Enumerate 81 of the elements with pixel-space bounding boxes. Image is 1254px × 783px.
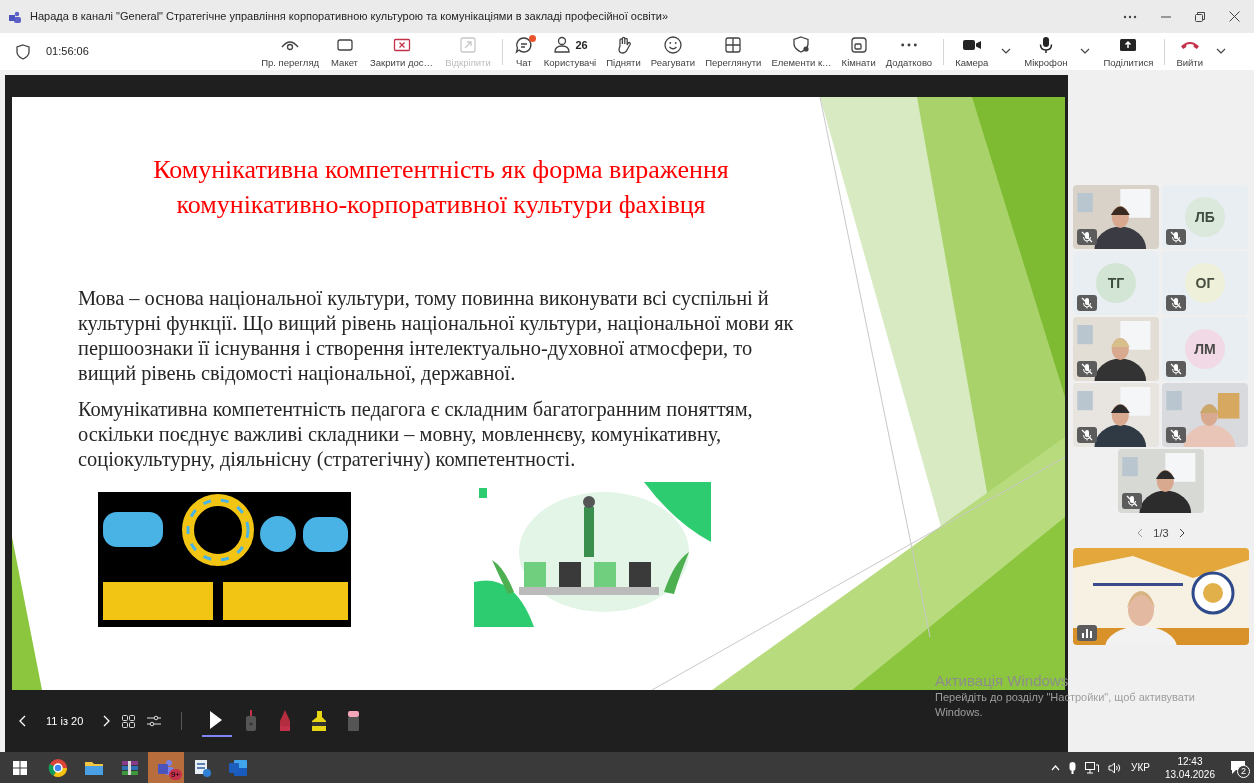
chevron-down-icon	[1216, 48, 1226, 55]
smiley-icon	[662, 34, 683, 55]
toolbar-button[interactable]: Мікрофон	[1021, 34, 1071, 69]
speaker-icon	[1108, 761, 1123, 774]
avatar: ТГ	[1096, 263, 1136, 303]
network-button[interactable]	[1085, 761, 1100, 774]
colored-circle-icon	[48, 757, 68, 778]
sliders-icon	[147, 715, 162, 727]
avatar: ЛБ	[1185, 197, 1225, 237]
grid-icon	[122, 714, 136, 728]
toolbar-button[interactable]: Реагувати	[647, 34, 699, 69]
close-icon	[1229, 11, 1240, 22]
restore-button[interactable]	[1195, 11, 1205, 22]
toolbar-button[interactable]: Закрити дос…	[366, 34, 437, 69]
toolbar-button[interactable]: Чат	[510, 34, 537, 69]
volume-button[interactable]	[1108, 761, 1123, 774]
toolbar-button[interactable]: Вийти	[1173, 34, 1206, 69]
toolbar-button[interactable]: 26 Користувачі	[540, 34, 600, 69]
phone-icon	[1180, 40, 1199, 50]
person-icon	[552, 34, 573, 55]
dropdown-button[interactable]	[1001, 48, 1012, 55]
taskbar-button[interactable]: 9+	[148, 752, 184, 783]
chevron-down-icon	[1080, 48, 1091, 55]
unpin-icon	[457, 34, 478, 55]
four-squares-icon	[13, 760, 27, 775]
toolbar-button[interactable]: Камера	[952, 34, 992, 69]
meeting-timer: 01:56:06	[46, 44, 89, 60]
close-button[interactable]	[1229, 11, 1240, 22]
toolbar-button[interactable]: Переглянути	[702, 34, 765, 69]
chevron-left-icon	[19, 715, 26, 727]
microphone-icon	[1069, 761, 1077, 774]
next-page-button[interactable]	[1178, 528, 1185, 539]
toolbar-button[interactable]: Кімнати	[838, 34, 879, 69]
slide-paragraph: Комунікативна компетентність педагога є складним багатогранним поняттям, оскільки поєднує важливі складники – мовну, мовленнєву, комунікативну, соціокультурну, діяльнісну (стратегічну) компетентності.	[78, 397, 754, 472]
rooms-icon	[848, 34, 869, 55]
avatar: ЛМ	[1185, 329, 1225, 369]
dropdown-button[interactable]	[1080, 48, 1091, 55]
chat-icon	[513, 34, 534, 55]
slide-paragraph: Мова – основа національної культури, тому повинна виконувати всі суспільні й культурні функції. Що вищий рівень національної культури, національної мови як першоознаки її існування і створення інтелектуально-духовної атмосфери, то вищий рівень свідомості національної, державної.	[78, 286, 795, 386]
grid-icon	[723, 34, 744, 55]
unread-dot	[528, 34, 536, 42]
document-icon	[228, 757, 248, 778]
next-slide-button[interactable]	[103, 715, 111, 727]
shield-icon	[16, 43, 30, 60]
chevron-right-icon	[103, 715, 111, 727]
slide-title: комунікативно-корпоративної культури фахівця	[175, 189, 707, 221]
more-icon	[1123, 14, 1137, 19]
previous-slide-button[interactable]	[19, 715, 26, 727]
toolbar-button[interactable]: Підняти	[603, 34, 644, 69]
show-hidden-icons-button[interactable]	[1051, 764, 1061, 771]
slide-counter: 11 із 20	[46, 713, 84, 729]
restore-icon	[1195, 11, 1205, 22]
chevron-left-icon	[1137, 528, 1144, 539]
page-indicator: 1/3	[1153, 526, 1169, 541]
notification-badge: 9+	[168, 769, 182, 780]
dropdown-button[interactable]	[1216, 48, 1226, 55]
window-title: Нарада в каналі "General" Стратегічне управління корпоративною культурою та комунікаціями в закладі професійної освіти»	[30, 9, 669, 25]
notification-count: 2	[1237, 765, 1250, 778]
slide-title: Комунікативна компетентність як форма вираження	[152, 154, 730, 186]
microphone-tray-button[interactable]	[1069, 761, 1077, 774]
network-icon	[1085, 761, 1100, 774]
more-button[interactable]	[1123, 14, 1137, 19]
toolbar-button[interactable]: Додатково	[882, 34, 936, 69]
chevron-right-icon	[1178, 528, 1185, 539]
people-icon	[8, 9, 22, 24]
notifications-button[interactable]: 2	[1230, 760, 1246, 775]
chevron-up-icon	[1051, 764, 1061, 771]
toolbar-button[interactable]: Поділитися	[1100, 34, 1157, 69]
document-stack-icon	[192, 757, 212, 778]
clock-button[interactable]: 12:43 13.04.2026	[1164, 754, 1215, 781]
settings-button[interactable]	[147, 715, 162, 727]
more-icon	[900, 42, 917, 47]
toolbar-button[interactable]: Макет	[328, 34, 361, 69]
grid-view-button[interactable]	[122, 714, 136, 728]
shield-gear-icon	[791, 34, 812, 55]
participant-count: 26	[575, 38, 588, 51]
language-button[interactable]: УКР	[1131, 760, 1150, 775]
toolbar-button[interactable]: Пр. перегляд	[258, 34, 323, 69]
toolbar-button[interactable]: Елементи к…	[768, 34, 835, 69]
avatar: ОГ	[1185, 263, 1225, 303]
chevron-down-icon	[1001, 48, 1012, 55]
